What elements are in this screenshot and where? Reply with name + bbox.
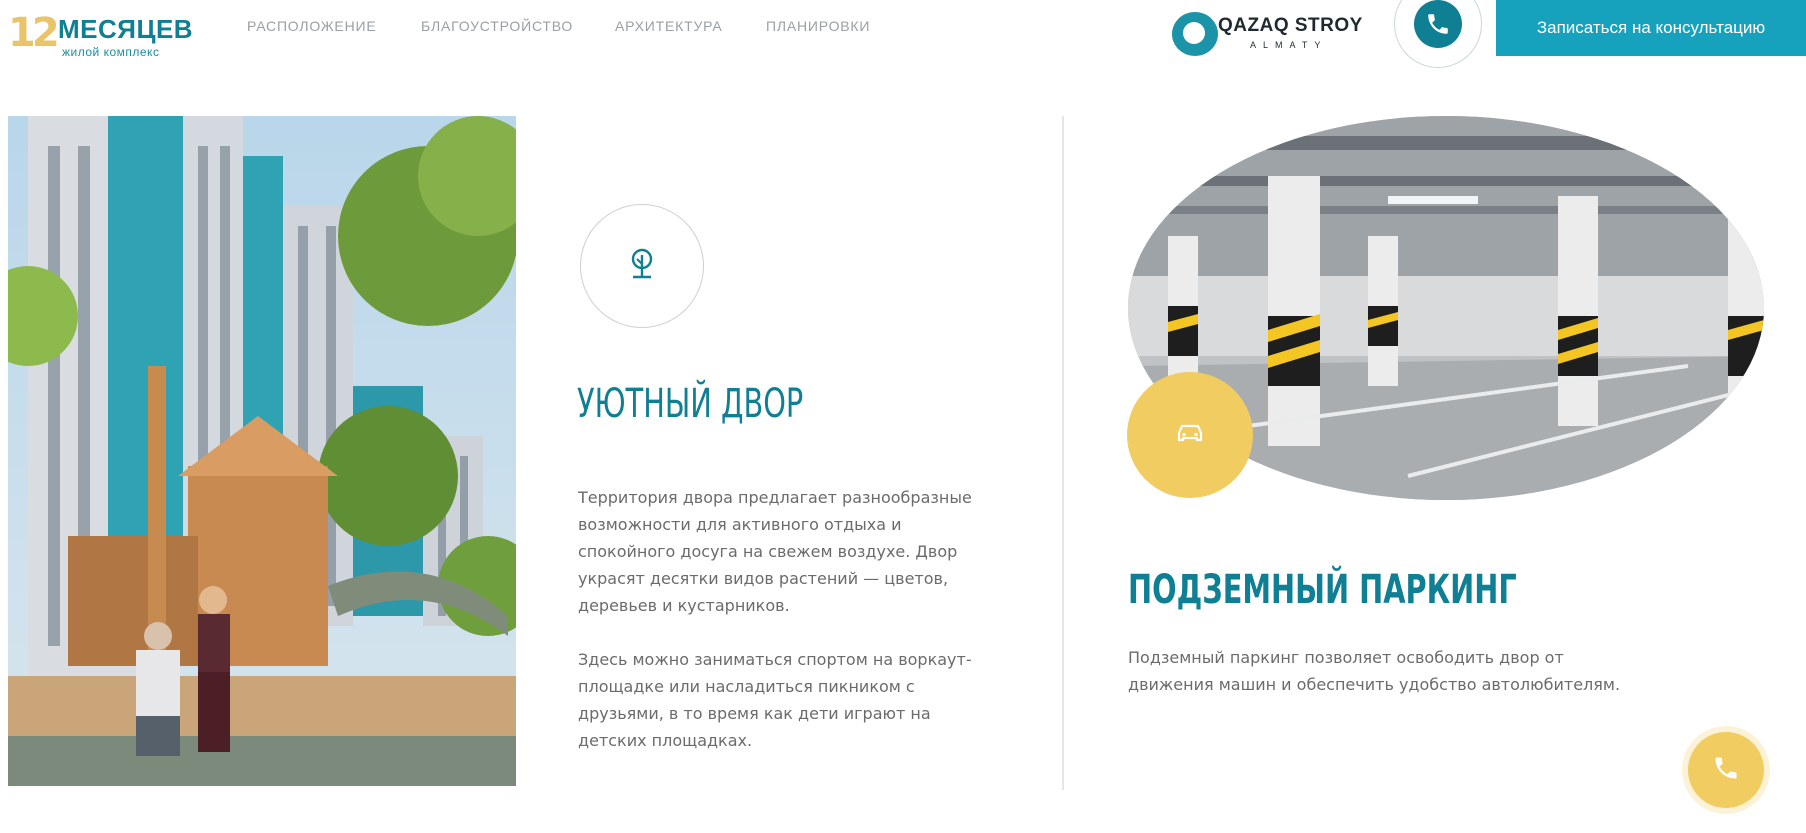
nav-item-location[interactable]: РАСПОЛОЖЕНИЕ [247, 18, 376, 34]
partner-logo-title: QAZAQ STROY [1218, 15, 1363, 36]
yard-paragraph-1: Территория двора предлагает разнообразны… [578, 488, 972, 615]
parking-icon-badge [1127, 372, 1253, 498]
floating-call-button[interactable] [1688, 732, 1764, 808]
partner-logo[interactable]: QAZAQ STROY ALMATY [1158, 12, 1368, 56]
parking-description: Подземный паркинг позволяет освободить д… [1128, 648, 1621, 694]
header-phone-button[interactable] [1394, 0, 1482, 68]
nav-item-architecture[interactable]: АРХИТЕКТУРА [615, 18, 722, 34]
yard-title: УЮТНЫЙ ДВОР [577, 381, 804, 427]
yard-photo [8, 116, 516, 786]
partner-logo-mark-icon [1172, 12, 1218, 56]
yard-paragraph-2: Здесь можно заниматься спортом на воркау… [578, 650, 972, 750]
parking-title: ПОДЗЕМНЫЙ ПАРКИНГ [1128, 567, 1517, 613]
nav-item-landscaping[interactable]: БЛАГОУСТРОЙСТВО [421, 18, 573, 34]
car-icon [1175, 422, 1205, 448]
nav-item-layouts[interactable]: ПЛАНИРОВКИ [766, 18, 870, 34]
phone-icon [1712, 754, 1740, 786]
site-logo[interactable]: 12 МЕСЯЦЕВ жилой комплекс [4, 6, 193, 66]
logo-title: МЕСЯЦЕВ [58, 14, 194, 44]
main-nav: РАСПОЛОЖЕНИЕ БЛАГОУСТРОЙСТВО АРХИТЕКТУРА… [205, 18, 935, 54]
yard-description: Территория двора предлагает разнообразны… [578, 484, 998, 781]
yard-icon-badge [580, 204, 704, 328]
section-divider [1062, 116, 1064, 790]
tree-icon [627, 247, 657, 285]
partner-logo-subtitle: ALMATY [1250, 40, 1328, 50]
logo-subtitle: жилой комплекс [62, 45, 160, 59]
consultation-button[interactable]: Записаться на консультацию [1496, 0, 1806, 56]
phone-icon [1414, 0, 1462, 48]
logo-number: 12 [8, 10, 60, 56]
